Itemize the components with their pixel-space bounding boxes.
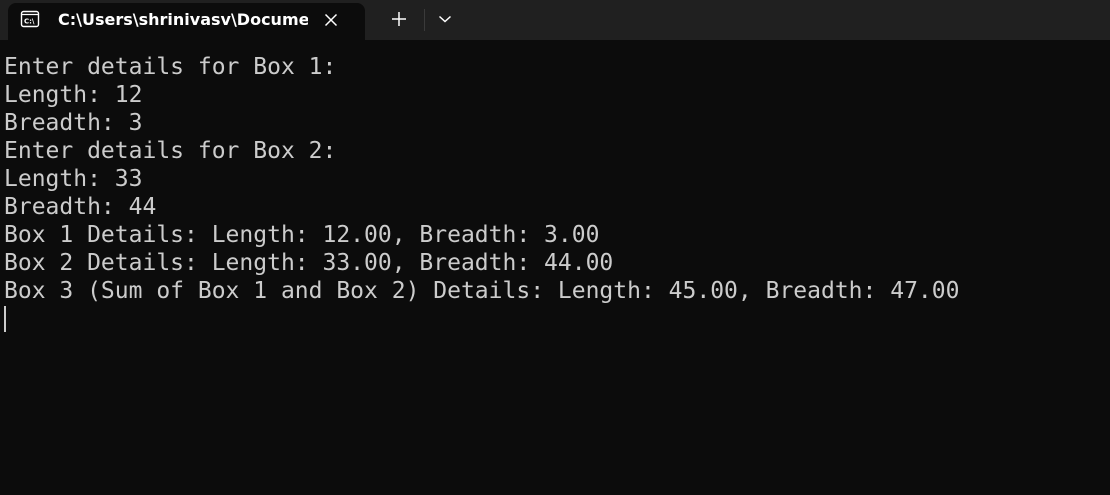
tab-separator [424, 9, 425, 31]
output-line: Enter details for Box 1: [4, 54, 337, 80]
tab-title: C:\Users\shrinivasv\Documen [58, 10, 308, 29]
text-cursor [4, 306, 6, 332]
output-line: Box 3 (Sum of Box 1 and Box 2) Details: … [4, 278, 960, 304]
profiles-dropdown-button[interactable] [431, 6, 459, 32]
output-line: Enter details for Box 2: [4, 138, 337, 164]
console-icon: C:\ [20, 10, 40, 28]
tab-bar: C:\ C:\Users\shrinivasv\Documen [0, 0, 1110, 40]
plus-icon [392, 12, 406, 26]
output-line: Length: 12 [4, 82, 143, 108]
terminal-tab[interactable]: C:\ C:\Users\shrinivasv\Documen [8, 3, 365, 40]
terminal-window: C:\ C:\Users\shrinivasv\Documen Enter de… [0, 0, 1110, 495]
terminal-output[interactable]: Enter details for Box 1: Length: 12 Brea… [0, 40, 1110, 495]
output-line: Box 2 Details: Length: 33.00, Breadth: 4… [4, 250, 614, 276]
output-line: Breadth: 44 [4, 194, 157, 220]
svg-text:C:\: C:\ [24, 18, 35, 26]
output-lines: Enter details for Box 1: Length: 12 Brea… [4, 53, 959, 305]
output-line: Box 1 Details: Length: 12.00, Breadth: 3… [4, 222, 600, 248]
chevron-down-icon [438, 15, 452, 23]
output-line: Length: 33 [4, 166, 143, 192]
tab-close-button[interactable] [318, 7, 344, 33]
close-icon [324, 13, 338, 27]
output-line: Breadth: 3 [4, 110, 143, 136]
new-tab-button[interactable] [384, 6, 414, 32]
